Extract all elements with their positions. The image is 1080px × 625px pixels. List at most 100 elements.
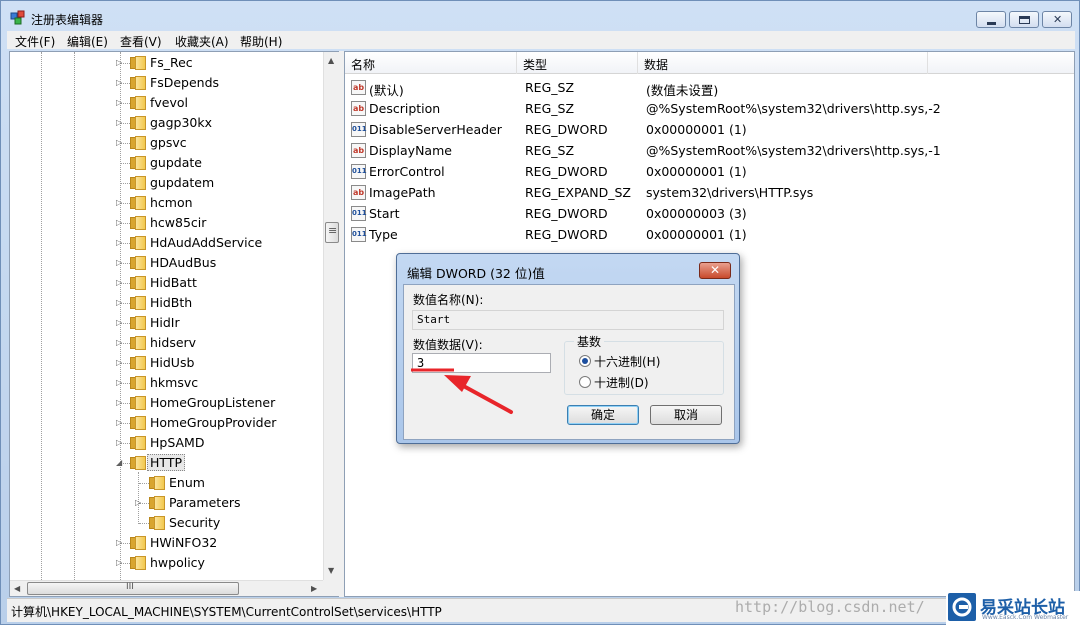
value-row[interactable]: 011 ErrorControl REG_DWORD 0x00000001 (1) (345, 161, 1074, 182)
tree-expander-icon[interactable]: ▷ (116, 419, 122, 427)
scroll-down-arrow-icon[interactable]: ▼ (328, 566, 334, 575)
tree-item[interactable]: ▷ Fs_Rec (10, 53, 323, 73)
value-row[interactable]: 011 DisableServerHeader REG_DWORD 0x0000000… (345, 119, 1074, 140)
tree-expander-icon[interactable]: ▷ (116, 399, 122, 407)
scroll-right-arrow-icon[interactable]: ▶ (311, 584, 317, 593)
tree-expander-icon[interactable]: ▷ (116, 199, 122, 207)
value-row[interactable]: ab Description REG_SZ @%SystemRoot%\system3… (345, 98, 1074, 119)
tree-expander-icon[interactable]: ▷ (116, 339, 122, 347)
tree-expander-icon[interactable]: ▷ (116, 79, 122, 87)
minimize-button[interactable] (976, 11, 1006, 28)
value-data-field[interactable]: 3 (412, 353, 551, 373)
folder-icon (130, 416, 146, 430)
tree-item[interactable]: ◢ HTTP (10, 453, 323, 473)
grip-icon: III (126, 582, 134, 592)
tree-expander-icon[interactable]: ▷ (116, 279, 122, 287)
value-type: REG_SZ (525, 80, 575, 95)
tree-item[interactable]: ▷ HidUsb (10, 353, 323, 373)
tree-item[interactable]: ▷ HWiNFO32 (10, 533, 323, 553)
menu-help[interactable]: 帮助(H) (240, 33, 282, 50)
regedit-app-icon (10, 10, 25, 25)
tree-item[interactable]: ▷ HpSAMD (10, 433, 323, 453)
column-header-data[interactable]: 数据 (638, 52, 928, 74)
tree-item-label: Fs_Rec (150, 55, 193, 70)
value-data: 0x00000003 (3) (646, 206, 747, 221)
dialog-body: 数值名称(N): Start 数值数据(V): 3 基数 十六进制(H) 十进制… (403, 284, 735, 440)
decimal-radio[interactable] (579, 376, 591, 388)
tree-item[interactable]: ▷ hkmsvc (10, 373, 323, 393)
tree-item[interactable]: ▷ HidBatt (10, 273, 323, 293)
tree-item[interactable]: ▷ hwpolicy (10, 553, 323, 573)
tree-expander-icon[interactable]: ▷ (116, 219, 122, 227)
scroll-left-arrow-icon[interactable]: ◀ (14, 584, 20, 593)
tree-expander-icon[interactable]: ▷ (116, 299, 122, 307)
decimal-radio-label[interactable]: 十进制(D) (594, 374, 649, 391)
menu-favorites[interactable]: 收藏夹(A) (175, 33, 229, 50)
folder-icon (130, 316, 146, 330)
tree-item[interactable]: ▷ fvevol (10, 93, 323, 113)
folder-icon (130, 556, 146, 570)
value-row[interactable]: ab (默认) REG_SZ (数值未设置) (345, 77, 1074, 98)
tree-expander-icon[interactable]: ◢ (116, 459, 122, 467)
value-type: REG_DWORD (525, 122, 608, 137)
cancel-button[interactable]: 取消 (650, 405, 722, 425)
tree-item[interactable]: ▷ HidBth (10, 293, 323, 313)
value-row[interactable]: ab DisplayName REG_SZ @%SystemRoot%\system3… (345, 140, 1074, 161)
tree-expander-icon[interactable]: ▷ (116, 559, 122, 567)
tree-item[interactable]: ▷ gagp30kx (10, 113, 323, 133)
tree-expander-icon[interactable]: ▷ (116, 539, 122, 547)
tree-expander-icon[interactable]: ▷ (116, 319, 122, 327)
column-header-type[interactable]: 类型 (517, 52, 638, 74)
hex-radio[interactable] (579, 355, 591, 367)
value-row[interactable]: ab ImagePath REG_EXPAND_SZ system32\drivers… (345, 182, 1074, 203)
close-window-button[interactable]: ✕ (1042, 11, 1072, 28)
scroll-up-arrow-icon[interactable]: ▲ (328, 56, 334, 65)
tree-expander-icon[interactable]: ▷ (116, 139, 122, 147)
tree-expander-icon[interactable]: ▷ (135, 499, 141, 507)
value-data: @%SystemRoot%\system32\drivers\http.sys,… (646, 143, 941, 158)
tree-item[interactable]: ▷ hidserv (10, 333, 323, 353)
tree-item[interactable]: Enum (10, 473, 323, 493)
tree-item[interactable]: gupdatem (10, 173, 323, 193)
tree-expander-icon[interactable]: ▷ (116, 259, 122, 267)
tree-item-label: HidUsb (150, 355, 195, 370)
value-name-label: 数值名称(N): (413, 293, 484, 307)
tree-expander-icon[interactable]: ▷ (116, 99, 122, 107)
tree-vertical-scrollbar[interactable]: ▲ ≡ ▼ (323, 52, 339, 580)
close-icon: ✕ (709, 263, 721, 277)
maximize-button[interactable] (1009, 11, 1039, 28)
tree-expander-icon[interactable]: ▷ (116, 119, 122, 127)
menu-view[interactable]: 查看(V) (120, 33, 162, 50)
tree-item[interactable]: ▷ Parameters (10, 493, 323, 513)
tree-item[interactable]: ▷ HomeGroupListener (10, 393, 323, 413)
dialog-close-button[interactable]: ✕ (699, 262, 731, 279)
tree-expander-icon[interactable]: ▷ (116, 239, 122, 247)
tree-item[interactable]: Security (10, 513, 323, 533)
tree-item[interactable]: ▷ hcmon (10, 193, 323, 213)
tree-item[interactable]: gupdate (10, 153, 323, 173)
menu-file[interactable]: 文件(F) (15, 33, 55, 50)
tree-vertical-scroll-thumb[interactable]: ≡ (325, 222, 339, 243)
tree-item[interactable]: ▷ FsDepends (10, 73, 323, 93)
tree-horizontal-scrollbar[interactable]: ◀ III ▶ (10, 580, 323, 596)
menu-edit[interactable]: 编辑(E) (67, 33, 108, 50)
tree-horizontal-scroll-thumb[interactable]: III (27, 582, 239, 595)
tree-expander-icon[interactable]: ▷ (116, 359, 122, 367)
folder-icon (130, 356, 146, 370)
column-header-name[interactable]: 名称 (345, 52, 517, 74)
tree-expander-icon[interactable]: ▷ (116, 439, 122, 447)
value-row[interactable]: 011 Type REG_DWORD 0x00000001 (1) (345, 224, 1074, 245)
value-data-text: 3 (417, 356, 425, 370)
tree-item[interactable]: ▷ HDAudBus (10, 253, 323, 273)
tree-expander-icon[interactable]: ▷ (116, 59, 122, 67)
hex-radio-label[interactable]: 十六进制(H) (594, 353, 660, 370)
tree-expander-icon[interactable]: ▷ (116, 379, 122, 387)
tree-item[interactable]: ▷ HdAudAddService (10, 233, 323, 253)
ok-button[interactable]: 确定 (567, 405, 639, 425)
folder-icon (130, 276, 146, 290)
tree-item[interactable]: ▷ HomeGroupProvider (10, 413, 323, 433)
value-row[interactable]: 011 Start REG_DWORD 0x00000003 (3) (345, 203, 1074, 224)
tree-item[interactable]: ▷ hcw85cir (10, 213, 323, 233)
tree-item[interactable]: ▷ HidIr (10, 313, 323, 333)
tree-item[interactable]: ▷ gpsvc (10, 133, 323, 153)
